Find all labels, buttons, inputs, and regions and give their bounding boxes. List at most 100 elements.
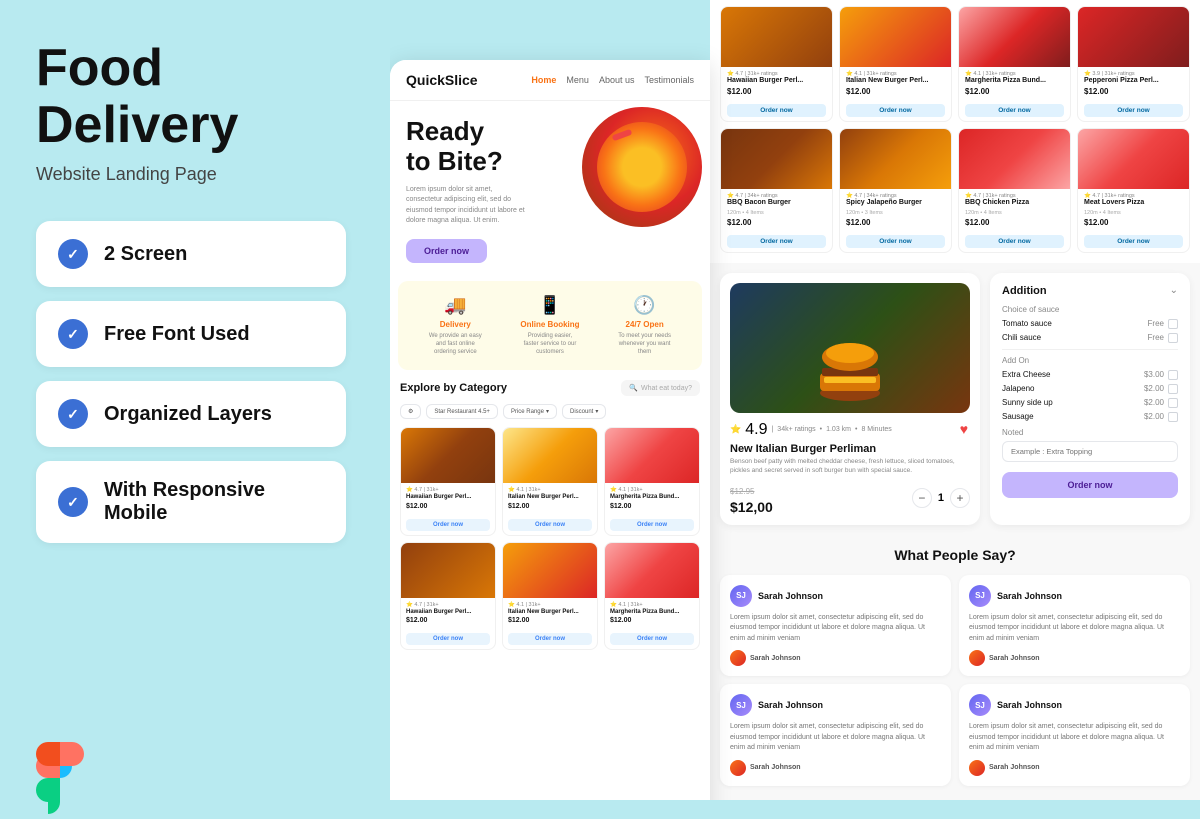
hero-cta-button[interactable]: Order now — [406, 239, 487, 263]
nav-testimonials[interactable]: Testimonials — [644, 75, 694, 85]
sauce-tomato-row: Tomato sauce Free — [1002, 319, 1178, 329]
clock-icon: 🕐 — [633, 295, 655, 316]
detail-order-2[interactable]: Order now — [965, 104, 1064, 117]
food-order-btn-5[interactable]: Order now — [610, 633, 694, 645]
add-order-button[interactable]: Order now — [1002, 472, 1178, 498]
product-name: New Italian Burger Perliman — [730, 443, 970, 455]
product-detail-section: ⭐ 4.9 | 34k+ ratings • 1.03 km • 8 Minut… — [710, 263, 1200, 535]
review-avatar-0: SJ — [730, 585, 752, 607]
detail-order-6[interactable]: Order now — [965, 235, 1064, 248]
detail-name-2: Margherita Pizza Bund... — [965, 77, 1064, 85]
food-card-body-0: ⭐ 4.7 | 31k+ Hawaiian Burger Perl... $12… — [401, 483, 495, 534]
choice-sauce-label: Choice of sauce — [1002, 305, 1178, 314]
badge-layers: Organized Layers — [36, 381, 346, 447]
detail-order-0[interactable]: Order now — [727, 104, 826, 117]
reviewer-bottom-0: Sarah Johnson — [730, 650, 941, 666]
detail-food-7: ⭐ 4.7 | 31k+ ratings Meat Lovers Pizza 1… — [1077, 128, 1190, 252]
food-name-1: Italian New Burger Perl... — [508, 494, 592, 501]
filter-price[interactable]: Price Range ▾ — [503, 404, 557, 419]
badge-screens-label: 2 Screen — [104, 243, 187, 266]
filter-icon-chip[interactable]: ⚙ — [400, 404, 421, 419]
filter-star[interactable]: Star Restaurant 4.5+ — [426, 404, 498, 419]
addon-jalapeno-price: $2.00 — [1144, 384, 1178, 394]
category-header: Explore by Category 🔍 What eat today? — [400, 380, 700, 396]
food-card-1: ⭐ 4.1 | 31k+ Italian New Burger Perl... … — [502, 427, 598, 535]
detail-order-5[interactable]: Order now — [846, 235, 945, 248]
review-header-1: SJ Sarah Johnson — [969, 585, 1180, 607]
nav-menu[interactable]: Menu — [566, 75, 589, 85]
detail-food-2: ⭐ 4.1 | 31k+ ratings Margherita Pizza Bu… — [958, 6, 1071, 122]
badge-screens: 2 Screen — [36, 221, 346, 287]
product-prices: $12.95 $12,00 — [730, 481, 773, 515]
detail-sub-7: 120m • 4 Items — [1084, 210, 1183, 216]
reviewer-avatar2-2 — [730, 760, 746, 776]
addon-cheese-checkbox[interactable] — [1168, 370, 1178, 380]
food-card-body-5: ⭐ 4.1 | 31k+ Margherita Pizza Bund... $1… — [605, 598, 699, 649]
sauce-tomato-name: Tomato sauce — [1002, 319, 1052, 328]
addon-sunny-row: Sunny side up $2.00 — [1002, 398, 1178, 408]
reviewer-bottom-1: Sarah Johnson — [969, 650, 1180, 666]
noted-label: Noted — [1002, 428, 1178, 437]
badge-responsive: With Responsive Mobile — [36, 461, 346, 543]
food-card-body-1: ⭐ 4.1 | 31k+ Italian New Burger Perl... … — [503, 483, 597, 534]
addon-sausage-checkbox[interactable] — [1168, 412, 1178, 422]
product-time-val: 8 Minutes — [861, 426, 891, 433]
addition-header: Addition ⌄ — [1002, 285, 1178, 297]
detail-order-3[interactable]: Order now — [1084, 104, 1183, 117]
sauce-tomato-checkbox[interactable] — [1168, 319, 1178, 329]
food-img-0 — [401, 428, 495, 483]
detail-price-1: $12.00 — [846, 87, 945, 96]
sauce-chili-checkbox[interactable] — [1168, 333, 1178, 343]
review-name-1: Sarah Johnson — [997, 591, 1062, 601]
detail-order-4[interactable]: Order now — [727, 235, 826, 248]
review-text-1: Lorem ipsum dolor sit amet, consectetur … — [969, 613, 1180, 645]
qty-plus-button[interactable]: + — [950, 488, 970, 508]
badge-font-label: Free Font Used — [104, 323, 250, 346]
food-order-btn-0[interactable]: Order now — [406, 519, 490, 531]
detail-name-6: BBQ Chicken Pizza — [965, 199, 1064, 207]
food-order-btn-1[interactable]: Order now — [508, 519, 592, 531]
detail-top-grid: ⭐ 4.7 | 31k+ ratings Hawaiian Burger Per… — [710, 0, 1200, 263]
filter-discount[interactable]: Discount ▾ — [562, 404, 606, 419]
qty-minus-button[interactable]: − — [912, 488, 932, 508]
food-order-btn-2[interactable]: Order now — [610, 519, 694, 531]
detail-sub-4: 120m • 4 Items — [727, 210, 826, 216]
food-order-btn-3[interactable]: Order now — [406, 633, 490, 645]
addon-jalapeno-row: Jalapeno $2.00 — [1002, 384, 1178, 394]
detail-price-7: $12.00 — [1084, 218, 1183, 227]
detail-food-body-7: ⭐ 4.7 | 31k+ ratings Meat Lovers Pizza 1… — [1078, 189, 1189, 251]
features-section: 🚚 Delivery We provide an easy and fast o… — [398, 281, 702, 370]
chevron-down-icon: ⌄ — [1170, 285, 1178, 296]
product-new-price: $12,00 — [730, 499, 773, 515]
food-img-2 — [605, 428, 699, 483]
reviewer-avatar2-1 — [969, 650, 985, 666]
detail-order-7[interactable]: Order now — [1084, 235, 1183, 248]
booking-icon: 📱 — [539, 295, 561, 316]
heart-icon[interactable]: ♥ — [960, 421, 968, 437]
food-price-5: $12.00 — [610, 617, 694, 624]
review-text-0: Lorem ipsum dolor sit amet, consectetur … — [730, 613, 941, 645]
food-order-btn-4[interactable]: Order now — [508, 633, 592, 645]
food-card-0: ⭐ 4.7 | 31k+ Hawaiian Burger Perl... $12… — [400, 427, 496, 535]
review-card-2: SJ Sarah Johnson Lorem ipsum dolor sit a… — [720, 684, 951, 786]
detail-food-img-4 — [721, 129, 832, 189]
food-rating-0: ⭐ 4.7 | 31k+ — [406, 487, 490, 493]
detail-order-1[interactable]: Order now — [846, 104, 945, 117]
nav-about[interactable]: About us — [599, 75, 635, 85]
noted-input[interactable] — [1002, 441, 1178, 462]
addon-jalapeno-checkbox[interactable] — [1168, 384, 1178, 394]
search-box[interactable]: 🔍 What eat today? — [621, 380, 700, 396]
check-icon-screens — [58, 239, 88, 269]
detail-food-img-6 — [959, 129, 1070, 189]
detail-food-img-2 — [959, 7, 1070, 67]
detail-food-3: ⭐ 3.9 | 31k+ ratings Pepperoni Pizza Per… — [1077, 6, 1190, 122]
feature-booking: 📱 Online Booking Providing easier, faste… — [520, 295, 580, 356]
nav-home[interactable]: Home — [531, 75, 556, 85]
detail-panel: ⭐ 4.7 | 31k+ ratings Hawaiian Burger Per… — [710, 0, 1200, 800]
pizza-illustration — [597, 122, 687, 212]
badge-responsive-label: With Responsive Mobile — [104, 479, 324, 525]
addition-divider — [1002, 349, 1178, 350]
product-card: ⭐ 4.9 | 34k+ ratings • 1.03 km • 8 Minut… — [720, 273, 980, 525]
addon-sunny-checkbox[interactable] — [1168, 398, 1178, 408]
qty-control: − 1 + — [912, 488, 970, 508]
